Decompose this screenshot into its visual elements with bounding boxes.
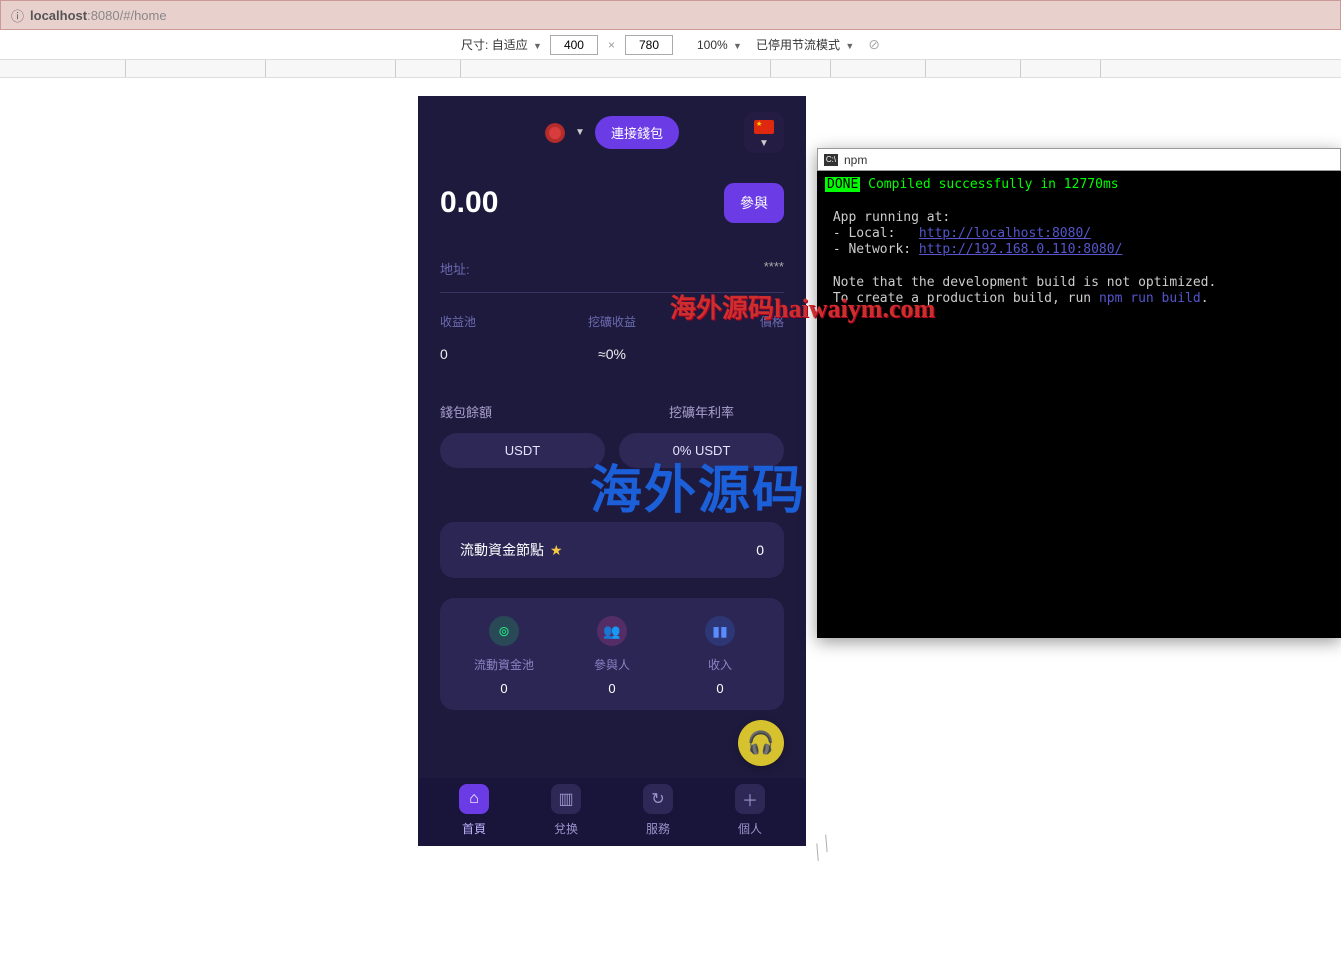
viewport-height-input[interactable] <box>625 35 673 55</box>
terminal-title-text: npm <box>844 153 867 167</box>
nav-exchange-label: 兌换 <box>554 822 578 836</box>
profit-pool-value: 0 <box>440 346 555 362</box>
mining-yield-label: 挖礦收益 <box>555 313 670 330</box>
connect-wallet-button[interactable]: 連接錢包 <box>595 116 679 149</box>
mining-apr-label: 挖礦年利率 <box>619 402 784 421</box>
income-value: 0 <box>666 681 774 696</box>
network-url-link[interactable]: http://192.168.0.110:8080/ <box>919 242 1123 257</box>
size-mode-dropdown[interactable]: 尺寸: 自适应 ▼ <box>461 36 542 53</box>
throttle-dropdown[interactable]: 已停用节流模式 ▼ <box>756 36 854 53</box>
language-selector[interactable]: ▼ <box>744 112 784 153</box>
status-done-tag: DONE <box>825 177 860 192</box>
network-prefix: - Network: <box>825 242 919 257</box>
url-host: localhost <box>30 8 87 23</box>
orientation-icon[interactable]: ⊘ <box>868 36 880 53</box>
chevron-down-icon: ▼ <box>759 138 769 149</box>
chip-icon: ⊚ <box>489 616 519 646</box>
zoom-dropdown[interactable]: 100% ▼ <box>697 38 742 52</box>
participants-label: 參與人 <box>558 656 666 673</box>
dimension-separator: × <box>608 38 615 52</box>
info-icon: ⓘ <box>11 6 24 25</box>
star-icon: ★ <box>550 542 563 559</box>
nav-service-label: 服務 <box>646 822 670 836</box>
balance-amount: 0.00 <box>440 186 498 220</box>
liquidity-node-label: 流動資金節點 <box>460 540 544 560</box>
flag-cn-icon <box>754 120 774 134</box>
profit-pool-label: 收益池 <box>440 313 555 330</box>
headset-icon: 🎧 <box>747 730 774 756</box>
note-line-2-suffix: . <box>1201 291 1209 306</box>
address-label: 地址: <box>440 259 470 278</box>
app-running-line: App running at: <box>825 210 950 225</box>
bars-icon: ▮▮ <box>705 616 735 646</box>
devtools-toolbar: 尺寸: 自适应 ▼ × 100% ▼ 已停用节流模式 ▼ ⊘ <box>0 30 1341 60</box>
participants-value: 0 <box>558 681 666 696</box>
watermark-red: 海外源码haiwaiym.com <box>670 288 935 325</box>
app-header: ▼ 連接錢包 ▼ <box>440 116 784 149</box>
npm-run-build-cmd: npm run build <box>1099 291 1201 306</box>
wallet-balance-label: 錢包餘額 <box>440 402 605 421</box>
exchange-icon: ▥ <box>551 784 581 814</box>
compile-msg: Compiled successfully in 12770ms <box>860 177 1118 192</box>
terminal-window: C:\ npm DONE Compiled successfully in 12… <box>817 148 1341 638</box>
tron-coin-icon[interactable] <box>545 123 565 143</box>
browser-url-bar[interactable]: ⓘ localhost:8080/#/home <box>0 0 1341 30</box>
bottom-nav: ⌂ 首頁 ▥ 兌换 ↻ 服務 ＋ 個人 <box>418 778 806 846</box>
local-prefix: - Local: <box>825 226 919 241</box>
participate-button[interactable]: 參與 <box>724 183 784 223</box>
support-fab-button[interactable]: 🎧 <box>738 720 784 766</box>
income-label: 收入 <box>666 656 774 673</box>
wallet-usdt-pill[interactable]: USDT <box>440 433 605 468</box>
nav-home-tab[interactable]: ⌂ 首頁 <box>428 784 520 846</box>
chevron-down-icon[interactable]: ▼ <box>575 127 585 138</box>
ruler <box>0 60 1341 78</box>
resize-handle-icon[interactable]: ⟋⟋ <box>806 832 839 865</box>
stats-card: ⊚ 流動資金池 0 👥 參與人 0 ▮▮ 收入 0 <box>440 598 784 710</box>
nav-personal-label: 個人 <box>738 822 762 836</box>
nav-service-tab[interactable]: ↻ 服務 <box>612 784 704 846</box>
terminal-titlebar[interactable]: C:\ npm <box>817 148 1341 171</box>
liquidity-node-card[interactable]: 流動資金節點 ★ 0 <box>440 522 784 578</box>
home-icon: ⌂ <box>459 784 489 814</box>
balance-row: 0.00 參與 <box>440 183 784 223</box>
viewport-width-input[interactable] <box>550 35 598 55</box>
liquidity-node-value: 0 <box>756 542 764 558</box>
nav-personal-tab[interactable]: ＋ 個人 <box>704 784 796 846</box>
liq-pool-value: 0 <box>450 681 558 696</box>
cmd-icon: C:\ <box>824 154 838 166</box>
nav-home-label: 首頁 <box>462 822 486 836</box>
service-icon: ↻ <box>643 784 673 814</box>
mining-yield-value: ≈0% <box>555 346 670 362</box>
personal-icon: ＋ <box>735 784 765 814</box>
local-url-link[interactable]: http://localhost:8080/ <box>919 226 1091 241</box>
watermark-blue: 海外源码 <box>590 448 806 523</box>
address-value: **** <box>764 259 784 278</box>
users-icon: 👥 <box>597 616 627 646</box>
liq-pool-label: 流動資金池 <box>450 656 558 673</box>
url-path: :8080/#/home <box>87 8 167 23</box>
nav-exchange-tab[interactable]: ▥ 兌换 <box>520 784 612 846</box>
